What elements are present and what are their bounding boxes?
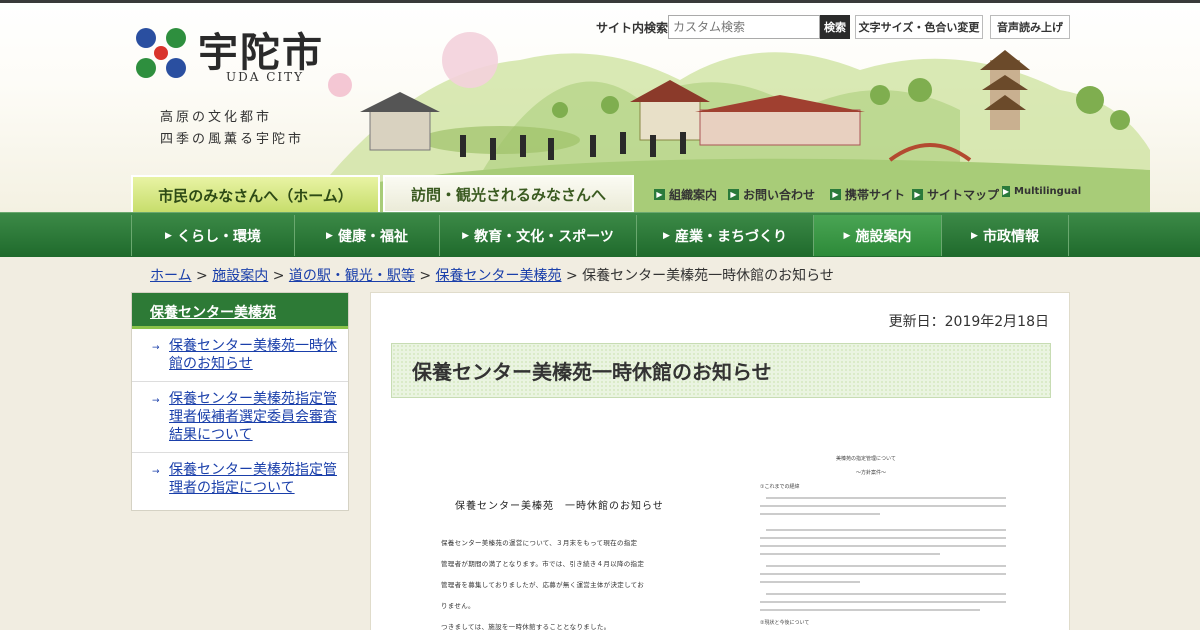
sidebar-item-designation[interactable]: → 保養センター美榛苑指定管理者の指定について	[132, 453, 348, 505]
triangle-right-icon: ▶	[971, 230, 978, 241]
document-line: つきましては、施設を一時休館することとなりました。	[441, 623, 611, 630]
city-name-en: UDA CITY	[226, 70, 305, 84]
text-line-placeholder	[760, 505, 1006, 507]
updated-date: 更新日：2019年2月18日	[888, 314, 1049, 330]
arrow-right-icon: ▶	[912, 189, 923, 200]
sidebar-title[interactable]: 保養センター美榛苑	[132, 293, 348, 329]
nav-education-culture-sports[interactable]: ▶ 教育・文化・スポーツ	[439, 215, 636, 256]
sidebar-item-selection-results[interactable]: → 保養センター美榛苑指定管理者候補者選定委員会審査結果について	[132, 382, 348, 453]
breadcrumb-separator: >	[196, 268, 208, 284]
arrow-right-icon: ▶	[728, 189, 739, 200]
site-header: 宇陀市 UDA CITY 高原の文化都市 四季の風薫る宇陀市 サイト内検索 検索…	[0, 0, 1200, 212]
utility-link-mobile[interactable]: ▶ 携帯サイト	[830, 186, 905, 203]
document-subtitle: ～方針案件～	[856, 470, 887, 476]
utility-link-organization[interactable]: ▶ 組織案内	[654, 186, 717, 203]
document-title: 保養センター美榛苑 一時休館のお知らせ	[455, 501, 664, 512]
city-emblem-icon[interactable]	[130, 22, 192, 84]
tagline-1: 高原の文化都市	[160, 110, 273, 125]
breadcrumb-facilities[interactable]: 施設案内	[212, 268, 268, 284]
global-nav: ▶ くらし・環境 ▶ 健康・福祉 ▶ 教育・文化・スポーツ ▶ 産業・まちづくり ▶ 施設…	[0, 212, 1200, 257]
nav-label: 産業・まちづくり	[674, 228, 787, 245]
utility-link-label: 携帯サイト	[845, 188, 906, 202]
nav-divider	[1068, 215, 1069, 256]
utility-link-contact[interactable]: ▶ お問い合わせ	[728, 186, 815, 203]
page-title-box: 保養センター美榛苑一時休館のお知らせ	[391, 343, 1051, 398]
text-line-placeholder	[766, 565, 1006, 567]
utility-link-label: Multilingual	[1014, 186, 1082, 197]
arrow-right-icon: →	[152, 396, 160, 406]
utility-link-multilingual[interactable]: ▶ Multilingual	[1002, 186, 1081, 197]
sidebar: 保養センター美榛苑 → 保養センター美榛苑一時休館のお知らせ → 保養センター美…	[131, 292, 349, 511]
text-line-placeholder	[760, 609, 980, 611]
breadcrumb-separator: >	[272, 268, 285, 284]
nav-label: 教育・文化・スポーツ	[474, 228, 614, 245]
triangle-right-icon: ▶	[326, 230, 333, 241]
breadcrumb-home[interactable]: ホーム	[150, 268, 192, 284]
text-line-placeholder	[766, 529, 1006, 531]
nav-label: くらし・環境	[176, 228, 261, 245]
breadcrumb-bishin-en[interactable]: 保養センター美榛苑	[436, 268, 562, 284]
sidebar-item-temporary-closure[interactable]: → 保養センター美榛苑一時休館のお知らせ	[132, 329, 348, 382]
utility-link-label: サイトマップ	[927, 188, 1000, 202]
text-line-placeholder	[766, 593, 1006, 595]
text-line-placeholder	[760, 581, 860, 583]
triangle-right-icon: ▶	[843, 230, 851, 241]
search-input[interactable]	[668, 15, 820, 39]
document-line: りません。	[441, 602, 475, 610]
breadcrumb-separator: >	[565, 268, 578, 284]
arrow-right-icon: ▶	[1002, 186, 1010, 197]
nav-health-welfare[interactable]: ▶ 健康・福祉	[294, 215, 439, 256]
utility-link-sitemap[interactable]: ▶ サイトマップ	[912, 186, 999, 203]
tab-residents-home[interactable]: 市民のみなさんへ（ホーム）	[131, 175, 380, 212]
nav-living-environment[interactable]: ▶ くらし・環境	[131, 215, 294, 256]
breadcrumb-separator: >	[419, 268, 432, 284]
triangle-right-icon: ▶	[462, 230, 470, 241]
read-aloud-button[interactable]: 音声読み上げ	[990, 15, 1070, 39]
tagline-2: 四季の風薫る宇陀市	[160, 132, 305, 147]
nav-industry-community[interactable]: ▶ 産業・まちづくり	[636, 215, 813, 256]
text-line-placeholder	[766, 497, 1006, 499]
sidebar-item-label[interactable]: 保養センター美榛苑指定管理者の指定について	[169, 462, 337, 496]
text-line-placeholder	[760, 553, 940, 555]
site-search-label: サイト内検索	[596, 21, 669, 35]
nav-label: 健康・福祉	[337, 228, 408, 245]
breadcrumb-current: 保養センター美榛苑一時休館のお知らせ	[582, 268, 834, 284]
nav-city-administration[interactable]: ▶ 市政情報	[941, 215, 1068, 256]
text-line-placeholder	[760, 537, 1006, 539]
document-section-heading: ②現状と今後について	[760, 620, 810, 626]
document-line: 管理者が期間の満了となります。市では、引き続き４月以降の指定	[441, 560, 645, 568]
text-line-placeholder	[760, 573, 1006, 575]
triangle-right-icon: ▶	[663, 230, 670, 241]
document-title: 美榛苑の指定管理について	[836, 456, 896, 462]
nav-label: 市政情報	[982, 228, 1039, 245]
document-line: 管理者を募集しておりましたが、応募が無く運営主体が決定してお	[441, 581, 645, 589]
sidebar-item-label[interactable]: 保養センター美榛苑指定管理者候補者選定委員会審査結果について	[169, 391, 337, 443]
sidebar-item-label[interactable]: 保養センター美榛苑一時休館のお知らせ	[169, 338, 337, 372]
document-line: 保養センター美榛苑の運営について、３月末をもって現在の指定	[441, 539, 638, 547]
text-line-placeholder	[760, 545, 1006, 547]
search-button[interactable]: 検索	[820, 15, 850, 39]
arrow-right-icon: ▶	[654, 189, 665, 200]
utility-link-label: 組織案内	[669, 188, 718, 202]
triangle-right-icon: ▶	[165, 230, 172, 241]
breadcrumb: ホーム > 施設案内 > 道の駅・観光・駅等 > 保養センター美榛苑 > 保養セ…	[150, 265, 834, 285]
main-content: 更新日：2019年2月18日 保養センター美榛苑一時休館のお知らせ 保養センター…	[370, 292, 1070, 630]
arrow-right-icon: ▶	[830, 189, 841, 200]
policy-document-image: 美榛苑の指定管理について ～方針案件～ ①これまでの経緯 ②現状と今後について	[756, 453, 1016, 630]
breadcrumb-roadside-station[interactable]: 道の駅・観光・駅等	[289, 268, 415, 284]
tab-visitors[interactable]: 訪問・観光されるみなさんへ	[383, 175, 634, 212]
text-line-placeholder	[760, 601, 1006, 603]
notice-document-image: 保養センター美榛苑 一時休館のお知らせ 保養センター美榛苑の運営について、３月末…	[431, 453, 731, 630]
arrow-right-icon: →	[152, 467, 160, 477]
font-color-settings-button[interactable]: 文字サイズ・色合い変更	[855, 15, 983, 39]
nav-facilities[interactable]: ▶ 施設案内	[813, 215, 941, 256]
page-title: 保養センター美榛苑一時休館のお知らせ	[412, 360, 772, 384]
document-section-heading: ①これまでの経緯	[760, 484, 800, 490]
arrow-right-icon: →	[152, 343, 160, 353]
nav-label: 施設案内	[855, 228, 912, 245]
text-line-placeholder	[760, 513, 880, 515]
utility-link-label: お問い合わせ	[743, 188, 816, 202]
